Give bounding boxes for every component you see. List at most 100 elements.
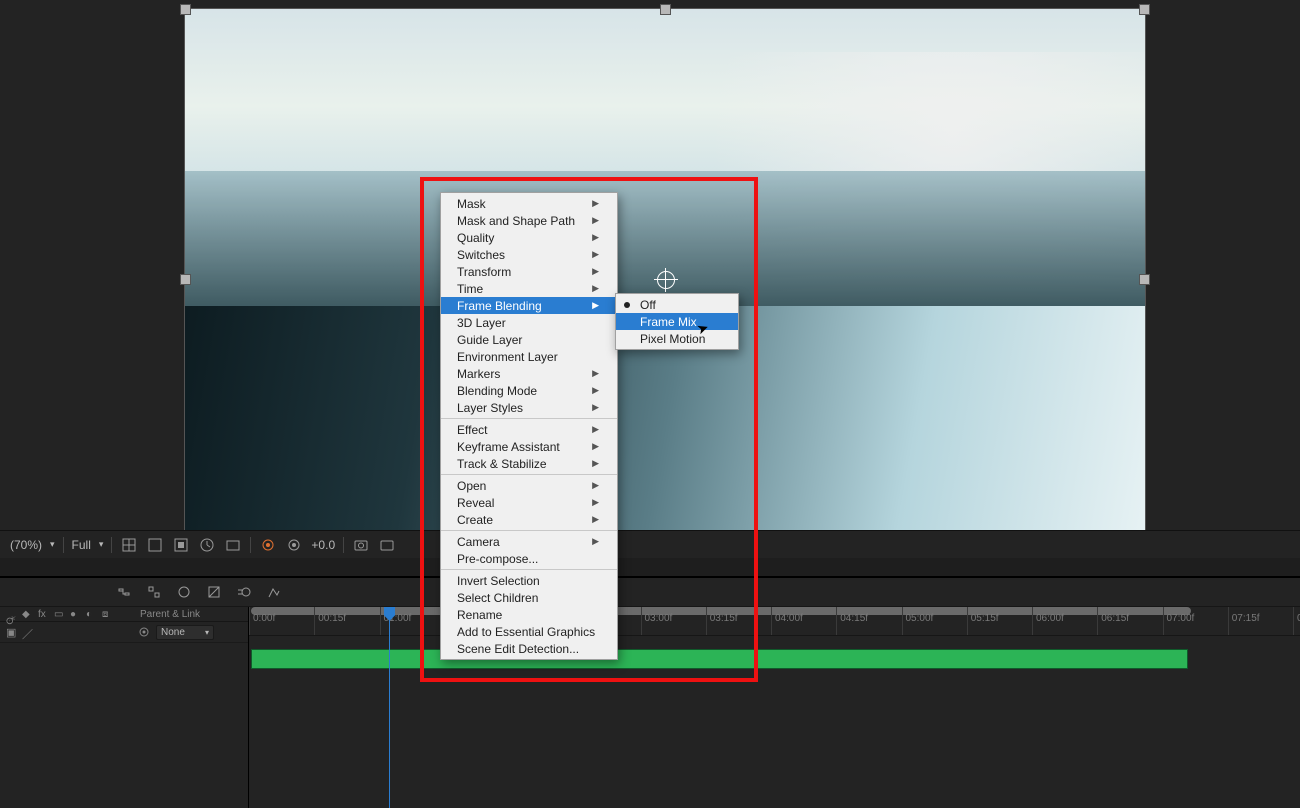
menu-item-label: Layer Styles (457, 401, 523, 415)
menu-item-time[interactable]: Time▶ (441, 280, 617, 297)
magnification-dropdown[interactable]: (70%) (10, 538, 55, 552)
menu-item-label: Rename (457, 608, 502, 622)
layer-row[interactable]: ▣ ／ None (0, 622, 248, 643)
menu-item-effect[interactable]: Effect ▶ (441, 421, 617, 438)
menu-item-rename[interactable]: Rename (441, 606, 617, 623)
checked-icon (624, 302, 630, 308)
submenu-item-label: Pixel Motion (640, 332, 705, 346)
graph-editor-icon[interactable] (265, 583, 283, 601)
submenu-item-label: Off (640, 298, 656, 312)
menu-item-markers[interactable]: Markers▶ (441, 365, 617, 382)
menu-item-track-stabilize[interactable]: Track & Stabilize▶ (441, 455, 617, 472)
snapshot-region-icon[interactable] (224, 536, 242, 554)
solo-toggle-icon[interactable]: ／ (22, 626, 34, 638)
menu-item-mask[interactable]: Mask▶ (441, 195, 617, 212)
motion-blur-icon[interactable] (235, 583, 253, 601)
layer-columns-header: 🜚 ◆ fx ▭ ● ◐ ⧈ Parent & Link (0, 607, 248, 622)
guides-icon[interactable] (146, 536, 164, 554)
selection-handle[interactable] (660, 4, 671, 15)
menu-item-frame-blending[interactable]: Frame Blending▶ (441, 297, 617, 314)
frame-blend-icon[interactable] (205, 583, 223, 601)
time-tick: 0:00f (249, 607, 275, 635)
menu-item-quality[interactable]: Quality▶ (441, 229, 617, 246)
chevron-right-icon: ▶ (592, 232, 599, 243)
timeline-ruler-area[interactable]: 0:00f00:15f01:00f01:15f02:00f02:15f03:00… (249, 607, 1300, 808)
selection-handle[interactable] (1139, 4, 1150, 15)
time-tick: 04:15f (836, 607, 868, 635)
preview-toolbar: (70%) Full +0.0 (0, 530, 1300, 558)
menu-item-scene-edit-detection[interactable]: Scene Edit Detection... (441, 640, 617, 657)
av-feat-icon: 🜚 (6, 609, 18, 619)
menu-item-blending-mode[interactable]: Blending Mode▶ (441, 382, 617, 399)
time-tick: 00:15f (314, 607, 346, 635)
time-tick: 05:00f (902, 607, 934, 635)
submenu-item-off[interactable]: Off (616, 296, 738, 313)
menu-item-label: Select Children (457, 591, 538, 605)
menu-item-transform[interactable]: Transform▶ (441, 263, 617, 280)
layer-context-menu[interactable]: Mask▶Mask and Shape Path▶Quality▶Switche… (440, 192, 618, 660)
submenu-item-frame-mix[interactable]: Frame Mix (616, 313, 738, 330)
camera-snapshot-icon[interactable] (352, 536, 370, 554)
exposure-value[interactable]: +0.0 (311, 538, 335, 552)
preview-canvas[interactable] (184, 8, 1146, 550)
selection-handle[interactable] (1139, 274, 1150, 285)
menu-item-label: Environment Layer (457, 350, 558, 364)
menu-item-open[interactable]: Open▶ (441, 477, 617, 494)
menu-item-label: Time (457, 282, 483, 296)
layer-duration-bar[interactable] (251, 649, 1188, 669)
menu-item-keyframe-assistant[interactable]: Keyframe Assistant▶ (441, 438, 617, 455)
menu-item-create[interactable]: Create▶ (441, 511, 617, 528)
label-col-icon: ◆ (22, 609, 34, 619)
av-toggle-icon[interactable]: ▣ (6, 626, 18, 638)
submenu-item-pixel-motion[interactable]: Pixel Motion (616, 330, 738, 347)
separator (343, 537, 344, 553)
adjust-col-icon: ◐ (86, 609, 98, 619)
frame-blending-submenu[interactable]: OffFrame Mix Pixel Motion (615, 293, 739, 350)
menu-item-3d-layer[interactable]: 3D Layer (441, 314, 617, 331)
menu-item-environment-layer[interactable]: Environment Layer (441, 348, 617, 365)
comp-flow-icon[interactable] (115, 583, 133, 601)
show-snapshot-icon[interactable] (378, 536, 396, 554)
menu-item-guide-layer[interactable]: Guide Layer (441, 331, 617, 348)
menu-item-label: Markers (457, 367, 500, 381)
pickwhip-icon[interactable] (138, 626, 150, 638)
panel-divider[interactable] (0, 558, 1300, 577)
separator (111, 537, 112, 553)
anchor-point-icon[interactable] (657, 271, 675, 289)
time-tick: 03:00f (641, 607, 673, 635)
menu-item-label: Mask and Shape Path (457, 214, 575, 228)
mask-icon[interactable] (172, 536, 190, 554)
time-tick: 03:15f (706, 607, 738, 635)
grid-icon[interactable] (120, 536, 138, 554)
menu-item-reveal[interactable]: Reveal▶ (441, 494, 617, 511)
shy-icon[interactable] (175, 583, 193, 601)
menu-item-select-children[interactable]: Select Children (441, 589, 617, 606)
time-tick: 07:15f (1228, 607, 1260, 635)
separator (250, 537, 251, 553)
menu-item-label: Mask (457, 197, 486, 211)
time-ruler[interactable]: 0:00f00:15f01:00f01:15f02:00f02:15f03:00… (249, 607, 1300, 636)
menu-item-pre-compose[interactable]: Pre-compose... (441, 550, 617, 567)
menu-separator (441, 418, 617, 419)
channel-icon[interactable] (259, 536, 277, 554)
render-queue-icon[interactable] (145, 583, 163, 601)
chevron-right-icon: ▶ (592, 441, 599, 452)
menu-item-camera[interactable]: Camera▶ (441, 533, 617, 550)
chevron-right-icon: ▶ (592, 215, 599, 226)
menu-item-switches[interactable]: Switches▶ (441, 246, 617, 263)
chevron-right-icon: ▶ (592, 424, 599, 435)
selection-handle[interactable] (180, 4, 191, 15)
switches-col-icon: ▭ (54, 609, 66, 619)
chevron-right-icon: ▶ (592, 266, 599, 277)
menu-item-invert-selection[interactable]: Invert Selection (441, 572, 617, 589)
menu-item-add-to-essential-graphics[interactable]: Add to Essential Graphics (441, 623, 617, 640)
parent-dropdown[interactable]: None (156, 625, 214, 640)
playhead[interactable] (389, 607, 390, 808)
selection-handle[interactable] (180, 274, 191, 285)
exposure-reset-icon[interactable] (285, 536, 303, 554)
resolution-dropdown[interactable]: Full (72, 538, 104, 552)
menu-item-layer-styles[interactable]: Layer Styles▶ (441, 399, 617, 416)
menu-item-mask-and-shape-path[interactable]: Mask and Shape Path ▶ (441, 212, 617, 229)
menu-item-label: Effect (457, 423, 487, 437)
time-icon[interactable] (198, 536, 216, 554)
